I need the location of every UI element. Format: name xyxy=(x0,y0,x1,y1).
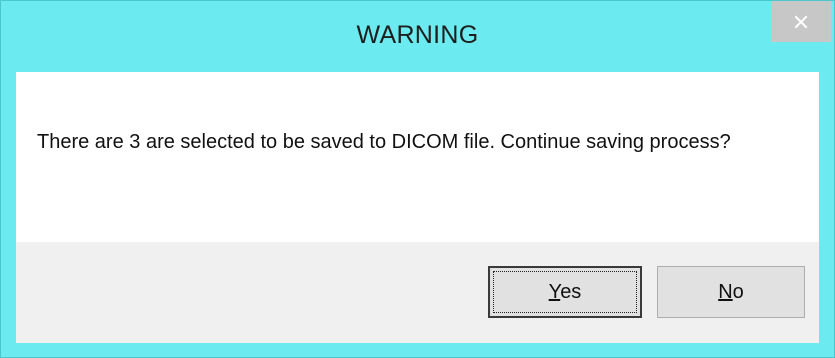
yes-mnemonic: Y xyxy=(548,280,561,303)
no-mnemonic: N xyxy=(718,280,733,303)
yes-label-rest: es xyxy=(560,280,582,303)
no-button-label: No xyxy=(718,281,744,304)
title-bar[interactable]: WARNING xyxy=(1,1,834,78)
close-button[interactable] xyxy=(771,1,831,42)
warning-dialog: WARNING There are 3 are selected to be s… xyxy=(0,0,835,358)
yes-button-label: Yes xyxy=(549,281,582,304)
button-area: Yes No xyxy=(16,242,819,343)
no-button[interactable]: No xyxy=(657,266,805,318)
close-icon xyxy=(794,15,808,29)
yes-button[interactable]: Yes xyxy=(488,266,642,318)
dialog-body: There are 3 are selected to be saved to … xyxy=(16,72,819,343)
no-label-rest: o xyxy=(732,280,744,303)
dialog-message: There are 3 are selected to be saved to … xyxy=(37,131,731,153)
dialog-title: WARNING xyxy=(356,21,479,49)
